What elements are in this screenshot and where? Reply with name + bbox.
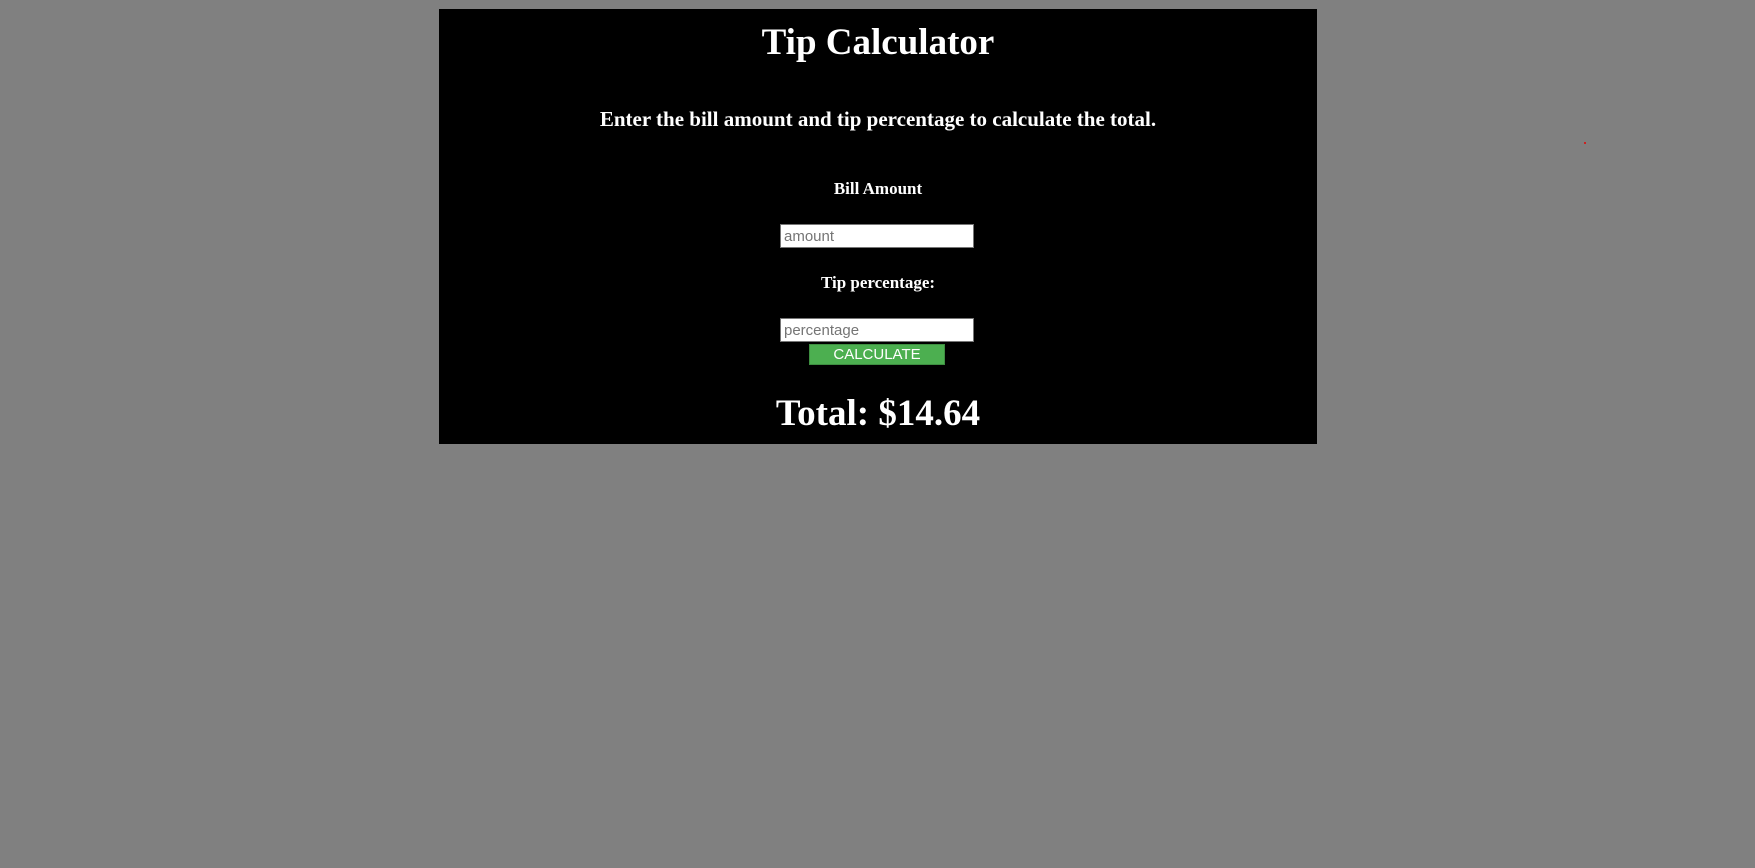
bill-amount-label: Bill Amount <box>833 179 923 198</box>
page-title: Tip Calculator <box>761 22 995 63</box>
bill-amount-input[interactable] <box>780 224 974 248</box>
tip-percentage-label: Tip percentage: <box>820 273 936 292</box>
tip-calculator-panel: Tip Calculator Enter the bill amount and… <box>439 9 1317 444</box>
stray-dot <box>1584 142 1586 144</box>
tip-percentage-input[interactable] <box>780 318 974 342</box>
calculate-button[interactable]: CALCULATE <box>809 344 945 365</box>
instructions-text: Enter the bill amount and tip percentage… <box>599 107 1157 131</box>
total-result: Total: $14.64 <box>775 393 981 434</box>
